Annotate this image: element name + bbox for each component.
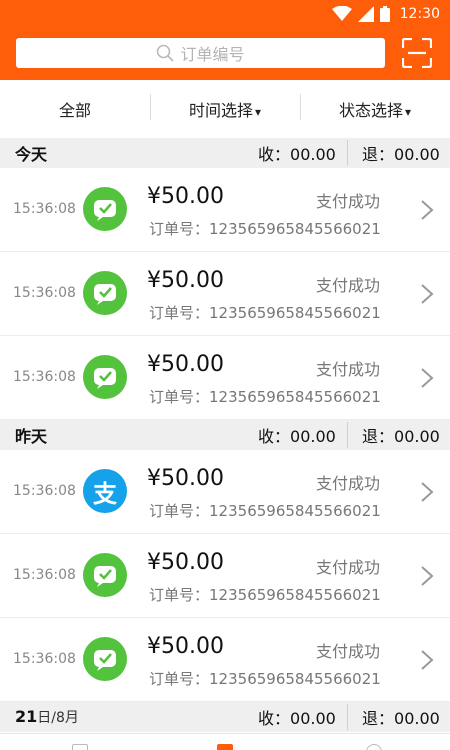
bottom-tab-bar (0, 733, 450, 750)
order-row[interactable]: 15:36:08 支 ¥50.00 支付成功 订单号：1235659658455… (0, 450, 450, 534)
filter-all-label: 全部 (58, 101, 91, 120)
search-input[interactable]: 订单编号 (16, 38, 385, 68)
alipay-icon: 支 (83, 469, 127, 513)
order-status: 支付成功 (316, 276, 381, 295)
tab-profile-icon[interactable] (366, 744, 382, 750)
order-time: 15:36:08 (13, 369, 76, 385)
tab-home-icon[interactable] (72, 744, 88, 750)
section-header-today: 今天 收：00.00 退：00.00 (0, 138, 450, 168)
wifi-icon (331, 6, 352, 21)
chevron-right-icon (421, 650, 434, 670)
chevron-right-icon (421, 284, 434, 304)
chevron-right-icon (421, 368, 434, 388)
filter-status-label: 状态选择 (338, 101, 403, 120)
order-time: 15:36:08 (13, 567, 76, 583)
order-status: 支付成功 (316, 642, 381, 661)
search-icon (157, 44, 175, 62)
section-date: 昨天 (15, 427, 48, 446)
order-amount: ¥50.00 (147, 550, 224, 575)
filter-time-select[interactable]: 时间选择 ▾ (150, 94, 300, 121)
received-total: 收：00.00 (258, 709, 336, 728)
filter-bar: 全部 时间选择 ▾ 状态选择 ▾ (0, 80, 450, 138)
order-status: 支付成功 (316, 360, 381, 379)
status-bar: 12:30 (331, 3, 440, 25)
order-status: 支付成功 (316, 474, 381, 493)
wechat-pay-icon (83, 355, 127, 399)
order-number: 订单号：123565965845566021 (149, 670, 381, 688)
received-total: 收：00.00 (258, 145, 336, 164)
order-number: 订单号：123565965845566021 (149, 502, 381, 520)
caret-down-icon: ▾ (254, 105, 262, 119)
order-amount: ¥50.00 (147, 352, 224, 377)
refund-total: 退：00.00 (362, 709, 440, 728)
order-number: 订单号：123565965845566021 (149, 220, 381, 238)
chevron-right-icon (421, 200, 434, 220)
order-row[interactable]: 15:36:08 ¥50.00 支付成功 订单号：123565965845566… (0, 336, 450, 420)
received-total: 收：00.00 (258, 427, 336, 446)
refund-total: 退：00.00 (362, 145, 440, 164)
order-amount: ¥50.00 (147, 634, 224, 659)
order-status: 支付成功 (316, 192, 381, 211)
chevron-right-icon (421, 566, 434, 586)
caret-down-icon: ▾ (404, 105, 412, 119)
order-status: 支付成功 (316, 558, 381, 577)
order-number: 订单号：123565965845566021 (149, 586, 381, 604)
filter-status-select[interactable]: 状态选择 ▾ (300, 94, 450, 121)
order-row[interactable]: 15:36:08 ¥50.00 支付成功 订单号：123565965845566… (0, 168, 450, 252)
tab-orders-icon[interactable] (217, 744, 233, 750)
signal-icon (357, 6, 374, 22)
filter-all[interactable]: 全部 (0, 97, 150, 121)
search-placeholder: 订单编号 (180, 45, 245, 64)
order-row[interactable]: 15:36:08 ¥50.00 支付成功 订单号：123565965845566… (0, 534, 450, 618)
wechat-pay-icon (83, 553, 127, 597)
scan-icon[interactable] (402, 38, 432, 68)
filter-time-label: 时间选择 (188, 101, 253, 120)
chevron-right-icon (421, 482, 434, 502)
app-header: 12:30 订单编号 (0, 0, 450, 80)
order-amount: ¥50.00 (147, 466, 224, 491)
order-number: 订单号：123565965845566021 (149, 304, 381, 322)
order-time: 15:36:08 (13, 201, 76, 217)
divider (347, 422, 348, 448)
section-header-date: 21日/8月 收：00.00 退：00.00 (0, 702, 450, 732)
wechat-pay-icon (83, 637, 127, 681)
refund-total: 退：00.00 (362, 427, 440, 446)
wechat-pay-icon (83, 271, 127, 315)
order-row[interactable]: 15:36:08 ¥50.00 支付成功 订单号：123565965845566… (0, 618, 450, 702)
wechat-pay-icon (83, 187, 127, 231)
divider (347, 140, 348, 166)
order-amount: ¥50.00 (147, 184, 224, 209)
order-row[interactable]: 15:36:08 ¥50.00 支付成功 订单号：123565965845566… (0, 252, 450, 336)
order-number: 订单号：123565965845566021 (149, 388, 381, 406)
order-time: 15:36:08 (13, 483, 76, 499)
clock: 12:30 (399, 6, 440, 22)
battery-icon (379, 6, 390, 22)
order-amount: ¥50.00 (147, 268, 224, 293)
section-date: 21日/8月 (15, 707, 79, 726)
order-time: 15:36:08 (13, 651, 76, 667)
section-header-yesterday: 昨天 收：00.00 退：00.00 (0, 420, 450, 450)
order-time: 15:36:08 (13, 285, 76, 301)
section-date: 今天 (15, 145, 48, 164)
divider (347, 704, 348, 730)
